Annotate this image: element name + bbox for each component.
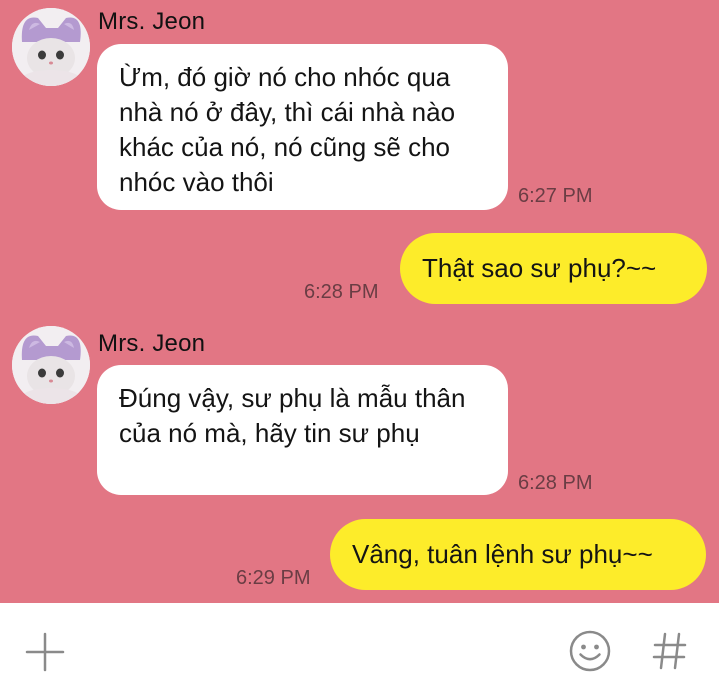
message-text: Đúng vậy, sư phụ là mẫu thân của nó mà, … bbox=[119, 383, 466, 448]
sender-name: Mrs. Jeon bbox=[98, 8, 206, 35]
message-bubble-outgoing[interactable]: Thật sao sư phụ?~~ bbox=[400, 233, 707, 304]
chat-area[interactable]: Mrs. Jeon Ừm, đó giờ nó cho nhóc qua nhà… bbox=[0, 0, 719, 603]
hashtag-icon[interactable] bbox=[652, 631, 688, 671]
message-timestamp: 6:28 PM bbox=[304, 281, 379, 303]
message-composer bbox=[0, 603, 719, 697]
message-timestamp: 6:29 PM bbox=[236, 567, 311, 589]
message-bubble-incoming[interactable]: Đúng vậy, sư phụ là mẫu thân của nó mà, … bbox=[97, 365, 508, 495]
message-timestamp: 6:27 PM bbox=[518, 185, 593, 207]
sender-avatar[interactable] bbox=[12, 8, 90, 86]
message-timestamp: 6:28 PM bbox=[518, 472, 593, 494]
message-text: Thật sao sư phụ?~~ bbox=[422, 253, 657, 283]
message-bubble-incoming[interactable]: Ừm, đó giờ nó cho nhóc qua nhà nó ở đây,… bbox=[97, 44, 508, 210]
sender-name: Mrs. Jeon bbox=[98, 330, 206, 357]
smiley-icon[interactable] bbox=[568, 629, 612, 673]
message-text: Ừm, đó giờ nó cho nhóc qua nhà nó ở đây,… bbox=[119, 62, 456, 197]
plus-icon[interactable] bbox=[25, 632, 65, 672]
message-text: Vâng, tuân lệnh sư phụ~~ bbox=[352, 539, 653, 569]
message-bubble-outgoing[interactable]: Vâng, tuân lệnh sư phụ~~ bbox=[330, 519, 706, 590]
sender-avatar[interactable] bbox=[12, 326, 90, 404]
